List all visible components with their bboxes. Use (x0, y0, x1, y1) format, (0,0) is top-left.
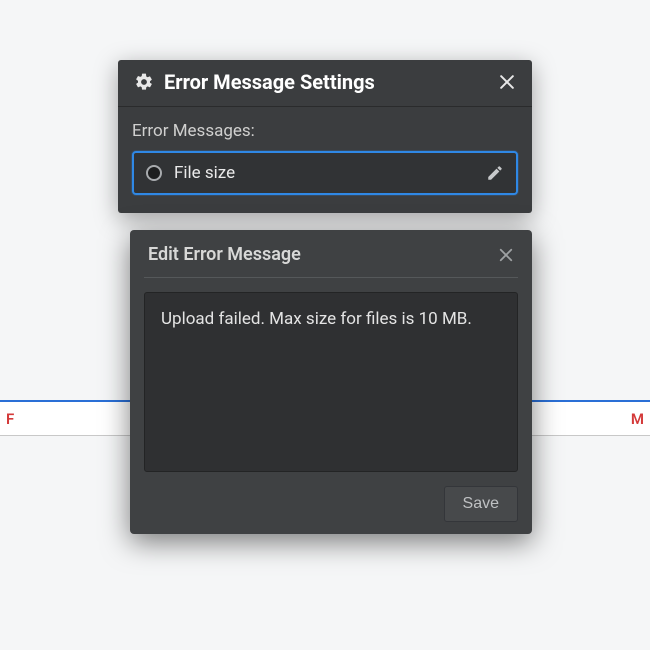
bg-right-char: M (631, 410, 644, 428)
save-button[interactable]: Save (444, 486, 518, 522)
error-message-row-label: File size (174, 163, 474, 183)
close-dialog-button[interactable] (496, 245, 516, 265)
edit-error-message-dialog: Edit Error Message Upload failed. Max si… (130, 230, 532, 534)
panel-title: Error Message Settings (164, 70, 486, 94)
panel-body: Error Messages: File size (118, 107, 532, 213)
dialog-divider (144, 277, 518, 278)
dialog-title: Edit Error Message (148, 244, 496, 265)
dialog-header: Edit Error Message (130, 230, 532, 277)
radio-indicator[interactable] (146, 165, 162, 181)
gear-icon (134, 72, 154, 92)
section-label: Error Messages: (132, 121, 518, 141)
bg-left-char: F (6, 410, 14, 428)
error-message-settings-panel: Error Message Settings Error Messages: F… (118, 60, 532, 213)
error-message-row-file-size[interactable]: File size (132, 151, 518, 195)
error-message-textarea[interactable]: Upload failed. Max size for files is 10 … (144, 292, 518, 472)
panel-header: Error Message Settings (118, 60, 532, 107)
close-panel-button[interactable] (496, 71, 518, 93)
edit-icon[interactable] (486, 164, 504, 182)
dialog-footer: Save (130, 486, 532, 522)
